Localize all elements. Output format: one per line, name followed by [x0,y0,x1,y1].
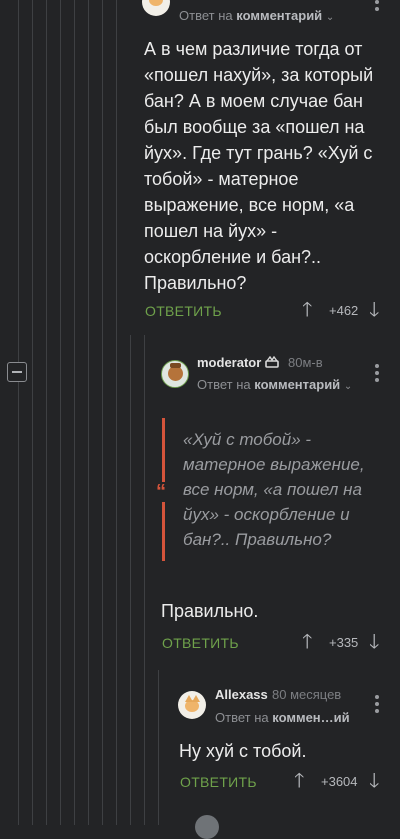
rating-value: +3604 [321,774,358,789]
arrow-down-icon[interactable]: 🡓 [369,632,379,652]
more-vertical-icon[interactable] [375,0,379,14]
reply-to-line: Ответ на комментарий ⌄ [197,377,353,392]
rating-value: +335 [329,635,359,650]
arrow-up-icon[interactable]: 🡑 [302,632,312,652]
reply-target-link[interactable]: комментарий [254,377,340,392]
reply-button[interactable]: ОТВЕТИТЬ [145,303,222,319]
arrow-down-icon[interactable]: 🡓 [369,771,379,791]
more-vertical-icon[interactable] [375,364,379,385]
avatar[interactable] [195,815,219,839]
chevron-down-icon[interactable]: ⌄ [326,12,334,23]
quote-icon: “ [156,481,166,503]
timestamp: 80м-в [288,355,323,370]
avatar[interactable] [142,0,170,16]
author-name[interactable]: moderator [197,355,261,370]
arrow-down-icon[interactable]: 🡓 [369,300,379,320]
comment-body: Правильно. [161,601,259,621]
chevron-down-icon[interactable]: ⌄ [344,381,352,392]
arrow-up-icon[interactable]: 🡑 [294,771,304,791]
reply-to-line: Ответ на коммен…ий [215,710,350,725]
reply-target-link[interactable]: коммен…ий [272,710,349,725]
rating-value: +462 [329,303,359,318]
arrow-up-icon[interactable]: 🡑 [302,300,312,320]
author-name[interactable]: Allexass [215,687,268,702]
more-vertical-icon[interactable] [375,695,379,716]
avatar[interactable] [161,360,189,388]
reply-button[interactable]: ОТВЕТИТЬ [162,635,239,651]
comment-body: А в чем различие тогда от «пошел нахуй»,… [144,39,374,293]
crown-icon [265,355,279,368]
timestamp: 80 месяцев [272,687,342,702]
collapse-thread-button[interactable] [7,362,27,382]
reply-target-link[interactable]: комментарий [236,8,322,23]
quoted-text: «Хуй с тобой» - матерное выражение, все … [183,430,365,549]
reply-to-line: Ответ на комментарий ⌄ [179,8,335,23]
reply-button[interactable]: ОТВЕТИТЬ [180,774,257,790]
avatar[interactable] [178,691,206,719]
comment-body: Ну хуй с тобой. [179,741,307,761]
